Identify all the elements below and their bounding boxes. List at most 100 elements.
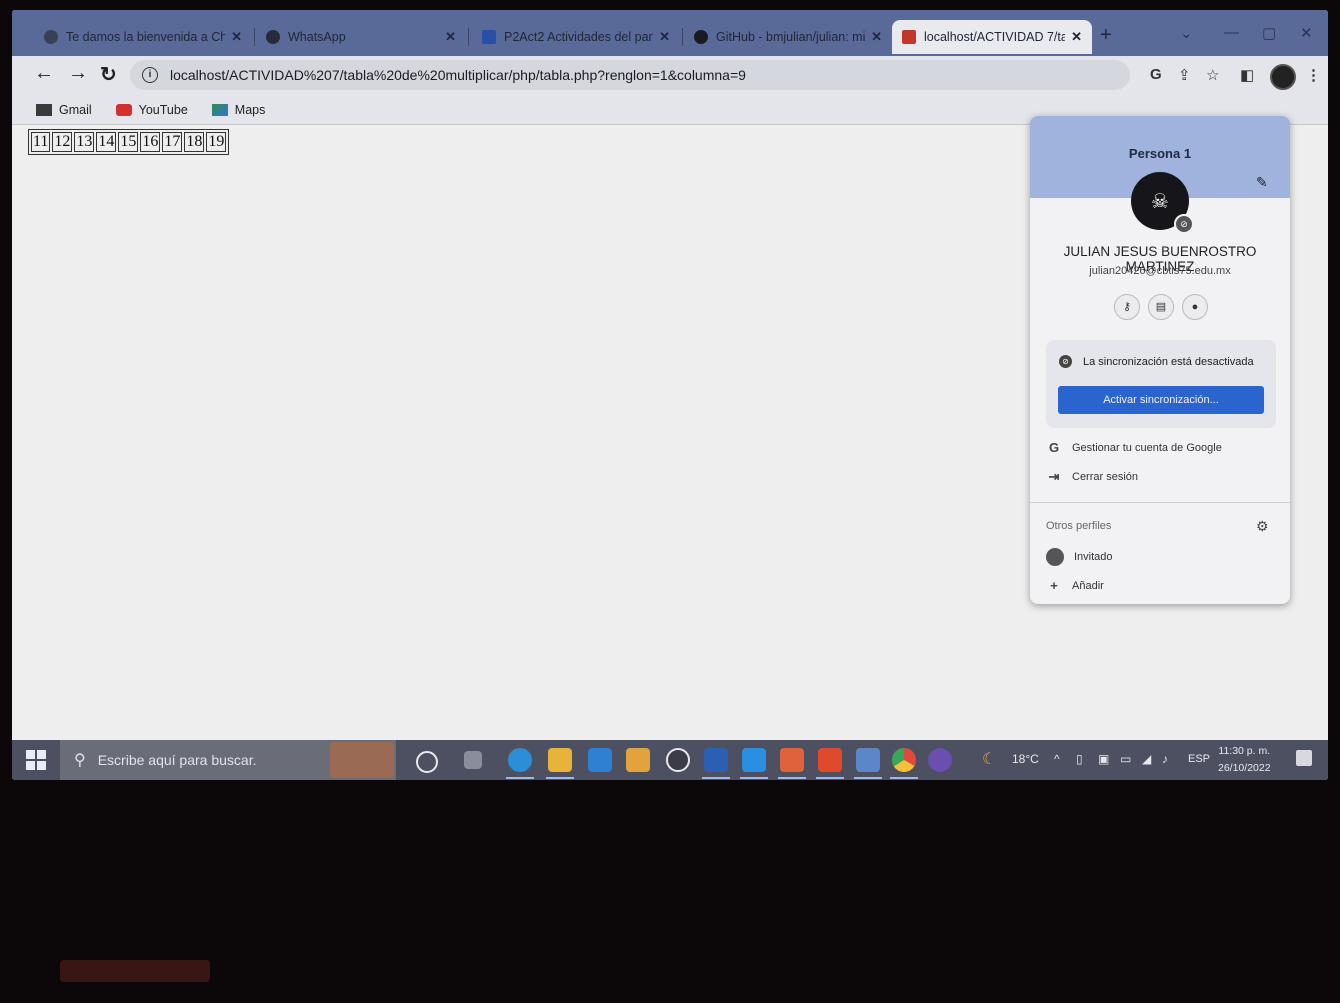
cortana-circle-icon[interactable]: [416, 751, 438, 773]
xampp-icon: [902, 30, 916, 44]
tray-expand-icon[interactable]: ^: [1054, 752, 1060, 766]
minimize-button[interactable]: —: [1224, 24, 1239, 41]
vscode-icon[interactable]: [742, 748, 766, 772]
maximize-button[interactable]: ▢: [1262, 24, 1276, 42]
info-icon[interactable]: i: [142, 67, 158, 83]
tray-display-icon[interactable]: ▣: [1098, 752, 1109, 766]
google-g-icon: G: [1048, 440, 1060, 455]
wifi-icon[interactable]: ◢: [1142, 752, 1151, 766]
store-icon[interactable]: [626, 748, 650, 772]
laptop-bezel: [60, 960, 210, 982]
plus-icon: +: [1050, 578, 1058, 593]
classroom-icon: [482, 30, 496, 44]
new-tab-button[interactable]: +: [1100, 24, 1112, 47]
gear-icon[interactable]: ⚙: [1256, 518, 1269, 535]
chrome-icon: [44, 30, 58, 44]
brave-icon[interactable]: [818, 748, 842, 772]
forward-button[interactable]: →: [68, 62, 88, 85]
table-cell: 17: [162, 132, 183, 152]
edge-icon[interactable]: [508, 748, 532, 772]
tab-whatsapp[interactable]: WhatsApp ✕: [256, 20, 466, 54]
bookmark-label: Gmail: [59, 103, 92, 117]
sign-out-icon: ⇥: [1048, 469, 1060, 484]
bookmark-star-icon[interactable]: ☆: [1206, 66, 1219, 84]
back-button[interactable]: ←: [34, 62, 54, 85]
chrome-taskbar-icon[interactable]: [892, 748, 916, 772]
tab-chrome-welcome[interactable]: Te damos la bienvenida a Chr ✕: [34, 20, 252, 54]
window-close-button[interactable]: ✕: [1300, 24, 1313, 42]
other-profiles-label: Otros perfiles: [1046, 520, 1112, 532]
menu-item-label: Gestionar tu cuenta de Google: [1072, 441, 1222, 454]
maps-icon: [211, 104, 228, 116]
turn-on-sync-button[interactable]: Activar sincronización...: [1058, 386, 1264, 414]
mail-icon[interactable]: [588, 748, 612, 772]
word-icon[interactable]: [704, 748, 728, 772]
google-translate-icon[interactable]: G: [1150, 66, 1162, 83]
close-icon[interactable]: ✕: [1071, 29, 1082, 45]
payment-card-icon[interactable]: ▤: [1148, 294, 1174, 320]
close-icon[interactable]: ✕: [659, 29, 670, 45]
tab-search-chevron-icon[interactable]: ⌄: [1180, 24, 1193, 42]
tab-classroom[interactable]: P2Act2 Actividades del parcia ✕: [472, 20, 680, 54]
address-bar[interactable]: i localhost/ACTIVIDAD%207/tabla%20de%20m…: [130, 60, 1130, 90]
table-cell: 15: [118, 132, 139, 152]
tab-label: localhost/ACTIVIDAD 7/tabla: [924, 30, 1066, 44]
tab-separator: [254, 28, 255, 46]
tab-separator: [682, 28, 683, 46]
bookmark-gmail[interactable]: Gmail: [36, 103, 92, 117]
share-icon[interactable]: ⇪: [1178, 66, 1191, 84]
addresses-pin-icon[interactable]: ●: [1182, 294, 1208, 320]
language-indicator[interactable]: ESP: [1188, 753, 1210, 765]
add-profile-item[interactable]: + Añadir: [1046, 578, 1104, 593]
table-cell: 12: [52, 132, 73, 152]
github-icon: [694, 30, 708, 44]
tray-app-icon[interactable]: ▯: [1076, 752, 1083, 766]
tab-github[interactable]: GitHub - bmjulian/julian: mi ✕: [684, 20, 892, 54]
windows-start-icon[interactable]: [26, 750, 46, 770]
running-indicator: [702, 777, 730, 779]
close-icon[interactable]: ✕: [231, 29, 242, 45]
browser-toolbar: ← → ↻ i localhost/ACTIVIDAD%207/tabla%20…: [12, 56, 1328, 96]
guest-profile-item[interactable]: Invitado: [1046, 548, 1113, 566]
tab-separator: [468, 28, 469, 46]
sync-off-badge-icon: ⊘: [1174, 214, 1194, 234]
battery-icon[interactable]: ▭: [1120, 752, 1131, 766]
bookmark-maps[interactable]: Maps: [211, 103, 265, 117]
guest-person-icon: [1046, 548, 1064, 566]
side-panel-icon[interactable]: ◧: [1240, 66, 1254, 84]
tab-localhost[interactable]: localhost/ACTIVIDAD 7/tabla ✕: [892, 20, 1092, 54]
clock[interactable]: 11:30 p. m. 26/10/2022: [1218, 743, 1271, 777]
volume-icon[interactable]: ♪: [1162, 752, 1168, 766]
running-indicator: [740, 777, 768, 779]
profile-avatar-button[interactable]: [1270, 64, 1296, 90]
github-desktop-icon[interactable]: [928, 748, 952, 772]
reload-button[interactable]: ↻: [100, 62, 117, 87]
dell-icon[interactable]: [666, 748, 690, 772]
search-highlight-image[interactable]: [330, 742, 394, 778]
virtual-machine-icon[interactable]: [856, 748, 880, 772]
table-cell: 14: [96, 132, 117, 152]
tab-label: WhatsApp: [288, 30, 346, 44]
bookmark-youtube[interactable]: YouTube: [115, 103, 188, 117]
weather-moon-icon: ☾: [982, 751, 997, 768]
manage-google-account-item[interactable]: G Gestionar tu cuenta de Google: [1046, 440, 1222, 455]
close-icon[interactable]: ✕: [445, 29, 456, 45]
table-cell: 19: [206, 132, 227, 152]
xampp-taskbar-icon[interactable]: [780, 748, 804, 772]
profile-title: Persona 1: [1128, 146, 1192, 161]
sign-out-item[interactable]: ⇥ Cerrar sesión: [1046, 469, 1138, 485]
whatsapp-icon: [266, 30, 280, 44]
close-icon[interactable]: ✕: [871, 29, 882, 45]
search-icon: ⚲: [74, 752, 86, 769]
clock-date: 26/10/2022: [1218, 762, 1271, 774]
menu-kebab-icon[interactable]: ⋮: [1306, 66, 1321, 84]
notification-icon[interactable]: [1296, 750, 1312, 766]
task-view-icon[interactable]: [464, 751, 482, 769]
weather-temperature[interactable]: 18°C: [1012, 752, 1039, 766]
file-explorer-icon[interactable]: [548, 748, 572, 772]
sync-status-text: La sincronización está desactivada: [1083, 356, 1254, 368]
windows-taskbar: ⚲ Escribe aquí para buscar. ☾ 18°C ^ ▯ ▣…: [12, 740, 1328, 780]
tab-label: P2Act2 Actividades del parcia: [504, 30, 654, 44]
passwords-key-icon[interactable]: ⚷: [1114, 294, 1140, 320]
edit-pencil-icon[interactable]: ✎: [1256, 174, 1268, 191]
